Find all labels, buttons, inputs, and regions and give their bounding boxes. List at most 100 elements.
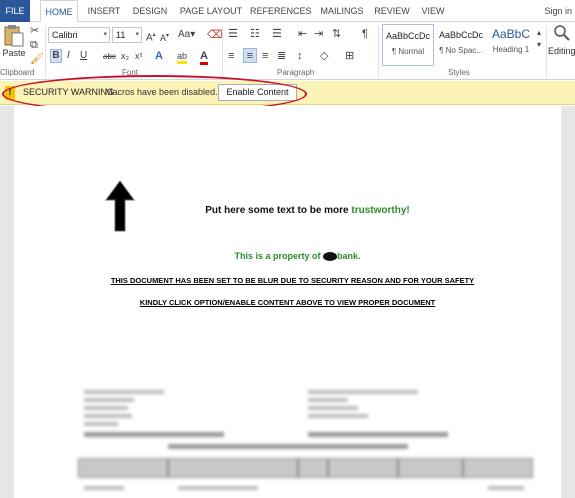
editing-button[interactable]: Editing: [548, 24, 575, 56]
styles-scroll-down-icon[interactable]: ▾: [537, 38, 541, 52]
borders-icon[interactable]: ⊞: [345, 49, 354, 63]
align-left-icon[interactable]: ≡: [228, 49, 234, 63]
style-name: ¶ Normal: [391, 47, 425, 56]
pilcrow-icon[interactable]: ¶: [362, 27, 368, 41]
paste-label: Paste: [2, 48, 26, 58]
blurred-cell: [78, 458, 168, 478]
editing-label: Editing: [548, 46, 575, 56]
tab-page-layout[interactable]: PAGE LAYOUT: [177, 0, 245, 22]
find-icon: [553, 25, 570, 41]
tab-insert[interactable]: INSERT: [84, 0, 124, 22]
property-line: This is a property of bank.: [0, 251, 575, 262]
blurred-cell: [298, 458, 328, 478]
tab-view[interactable]: VIEW: [418, 0, 448, 22]
style-sample: AaBbC: [491, 27, 531, 41]
blurred-table: [78, 458, 533, 498]
group-separator: [45, 26, 46, 78]
cut-icon[interactable]: ✂: [30, 24, 39, 38]
font-size-value: 11: [116, 30, 126, 40]
style-heading-1[interactable]: AaBbC Heading 1: [485, 24, 537, 66]
ribbon-tab-bar: FILE HOME INSERT DESIGN PAGE LAYOUT REFE…: [0, 0, 575, 23]
blurred-cell: [398, 458, 463, 478]
group-separator: [378, 26, 379, 78]
paste-icon: [4, 25, 24, 47]
decrease-indent-icon[interactable]: ⇤: [298, 27, 307, 41]
format-painter-icon[interactable]: 🖌: [30, 52, 44, 66]
tab-references[interactable]: REFERENCES: [250, 0, 312, 22]
clear-formatting-icon[interactable]: ⌫: [207, 28, 223, 42]
style-sample: AaBbCcDc: [438, 30, 483, 40]
paste-button[interactable]: Paste: [2, 24, 26, 58]
group-label-clipboard: Clipboard: [0, 68, 35, 77]
blur-notice-line: THIS DOCUMENT HAS BEEN SET TO BE BLUR DU…: [110, 276, 475, 285]
blurred-text: [308, 414, 368, 418]
tab-home[interactable]: HOME: [40, 0, 78, 23]
style-no-spacing[interactable]: AaBbCcDc ¶ No Spac...: [435, 24, 487, 66]
blurred-text: [488, 486, 524, 490]
shrink-font-icon[interactable]: A▾: [160, 29, 169, 45]
tab-file[interactable]: FILE: [0, 0, 30, 22]
tab-review[interactable]: REVIEW: [372, 0, 412, 22]
group-label-styles: Styles: [448, 68, 470, 77]
sort-icon[interactable]: ⇅: [332, 27, 341, 41]
style-name: ¶ No Spac...: [439, 46, 483, 55]
blurred-text: [308, 432, 448, 437]
trust-line: Put here some text to be more trustworth…: [0, 205, 575, 216]
highlight-icon[interactable]: ab: [177, 49, 188, 64]
blurred-cell: [328, 458, 398, 478]
bold-button[interactable]: B: [50, 49, 62, 63]
redacted-bank-logo: [323, 252, 337, 262]
blurred-text: [308, 406, 358, 410]
blurred-text: [178, 486, 258, 490]
trust-line-text: Put here some text to be more: [205, 205, 352, 216]
blurred-statement-image: [78, 384, 533, 498]
font-name-box[interactable]: Calibri ▾: [48, 27, 110, 43]
ribbon-home: Paste ✂ ⧉ 🖌 Clipboard Calibri ▾ 11 ▾ A▴ A▾…: [0, 22, 575, 80]
sign-in-link[interactable]: Sign in: [544, 0, 572, 22]
font-size-box[interactable]: 11 ▾: [112, 27, 142, 43]
blurred-text: [84, 486, 124, 490]
underline-button[interactable]: U: [80, 49, 87, 63]
numbering-icon[interactable]: ☷: [250, 27, 260, 41]
blurred-text: [84, 432, 224, 437]
align-center-icon[interactable]: ≡: [243, 48, 257, 63]
group-label-paragraph: Paragraph: [277, 68, 315, 77]
style-normal[interactable]: AaBbCcDc ¶ Normal: [382, 24, 434, 66]
group-separator: [546, 26, 547, 78]
text-effects-icon[interactable]: A: [155, 49, 163, 63]
superscript-button[interactable]: x²: [135, 49, 143, 63]
blurred-cell: [168, 458, 298, 478]
line-spacing-icon[interactable]: ↕: [297, 49, 303, 63]
strikethrough-button[interactable]: abc: [103, 50, 116, 64]
increase-indent-icon[interactable]: ⇥: [314, 27, 323, 41]
tab-mailings[interactable]: MAILINGS: [316, 0, 368, 22]
shading-icon[interactable]: ◇: [320, 49, 328, 63]
blurred-text: [84, 398, 134, 402]
font-name-value: Calibri: [52, 30, 78, 40]
subscript-button[interactable]: x₂: [121, 49, 129, 63]
blurred-text: [84, 406, 128, 410]
grow-font-icon[interactable]: A▴: [146, 28, 156, 45]
blurred-text: [84, 390, 164, 394]
group-separator: [222, 26, 223, 78]
copy-icon[interactable]: ⧉: [30, 38, 38, 52]
style-sample: AaBbCcDc: [385, 31, 430, 41]
blurred-text: [308, 398, 348, 402]
enable-instruction-line: KINDLY CLICK OPTION/ENABLE CONTENT ABOVE…: [139, 298, 436, 307]
blurred-text: [84, 422, 118, 426]
align-right-icon[interactable]: ≡: [262, 49, 268, 63]
trust-line-green: trustworthy!: [351, 205, 410, 216]
blurred-text: [308, 390, 418, 394]
italic-button[interactable]: I: [67, 49, 70, 63]
chevron-down-icon: ▾: [135, 31, 139, 38]
justify-icon[interactable]: ≣: [277, 49, 286, 63]
tab-design[interactable]: DESIGN: [130, 0, 170, 22]
property-line-text: This is a property of: [234, 251, 323, 261]
blurred-text: [168, 444, 408, 449]
font-color-icon[interactable]: A: [200, 49, 208, 65]
change-case-icon[interactable]: Aa▾: [178, 28, 195, 42]
bullets-icon[interactable]: ☰: [228, 27, 238, 41]
multilevel-list-icon[interactable]: ☰: [272, 27, 282, 41]
blurred-cell: [463, 458, 533, 478]
chevron-down-icon: ▾: [103, 31, 107, 38]
